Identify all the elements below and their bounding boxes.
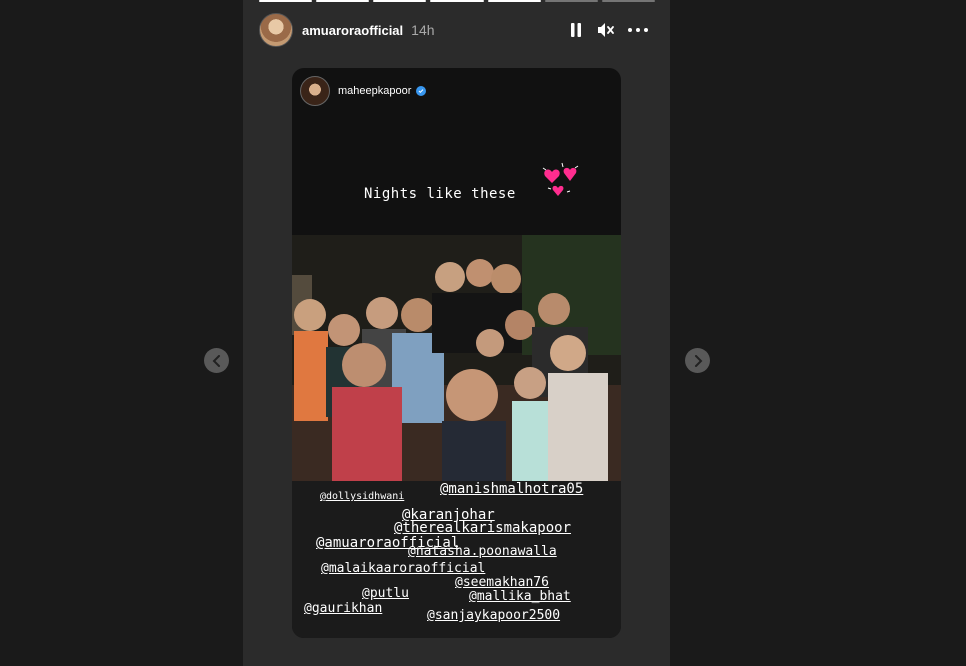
story-progress-bar	[259, 0, 655, 2]
reshared-story[interactable]: maheepkapoor Nights like these @dollysid…	[292, 68, 621, 638]
mention-tag[interactable]: @natasha.poonawalla	[408, 544, 557, 559]
reshare-avatar[interactable]	[300, 76, 330, 106]
story-username[interactable]: amuaroraofficial	[302, 23, 403, 38]
more-icon[interactable]	[627, 21, 649, 39]
mention-tag[interactable]: @dollysidhwani	[320, 491, 404, 502]
pause-icon[interactable]	[567, 21, 585, 39]
story-header: amuaroraofficial 14h	[259, 13, 655, 47]
progress-segment	[601, 0, 655, 2]
chevron-right-icon	[694, 354, 702, 367]
next-story-button[interactable]	[685, 348, 710, 373]
mention-tag[interactable]: @malaikaaroraofficial	[321, 561, 485, 576]
progress-segment	[316, 0, 370, 2]
group-photo	[292, 235, 621, 481]
hearts-sticker-icon	[542, 162, 579, 196]
previous-story-button[interactable]	[204, 348, 229, 373]
mute-icon[interactable]	[597, 21, 615, 39]
mention-tag[interactable]: @gaurikhan	[304, 601, 382, 616]
progress-segment	[259, 0, 313, 2]
progress-segment	[487, 0, 541, 2]
story-caption: Nights like these	[364, 186, 516, 202]
mention-tag[interactable]: @putlu	[362, 586, 409, 601]
mention-tag[interactable]: @seemakhan76	[455, 575, 549, 590]
story-controls	[567, 21, 649, 39]
verified-badge-icon	[416, 86, 427, 96]
avatar[interactable]	[259, 13, 293, 47]
progress-segment	[373, 0, 427, 2]
mention-tag[interactable]: @mallika_bhat	[469, 589, 571, 604]
mention-tag[interactable]: @therealkarismakapoor	[394, 520, 571, 536]
reshare-username[interactable]: maheepkapoor	[338, 85, 411, 97]
progress-segment	[544, 0, 598, 2]
mention-tag[interactable]: @sanjaykapoor2500	[427, 608, 560, 623]
mention-tag[interactable]: @manishmalhotra05	[440, 481, 583, 497]
story-card[interactable]: amuaroraofficial 14h maheepkapoor Nights…	[243, 0, 670, 666]
progress-segment	[430, 0, 484, 2]
mention-tags: @dollysidhwani @manishmalhotra05 @karanj…	[292, 481, 621, 638]
chevron-left-icon	[212, 354, 220, 367]
story-timestamp: 14h	[411, 22, 435, 38]
reshare-header: maheepkapoor	[300, 76, 427, 106]
